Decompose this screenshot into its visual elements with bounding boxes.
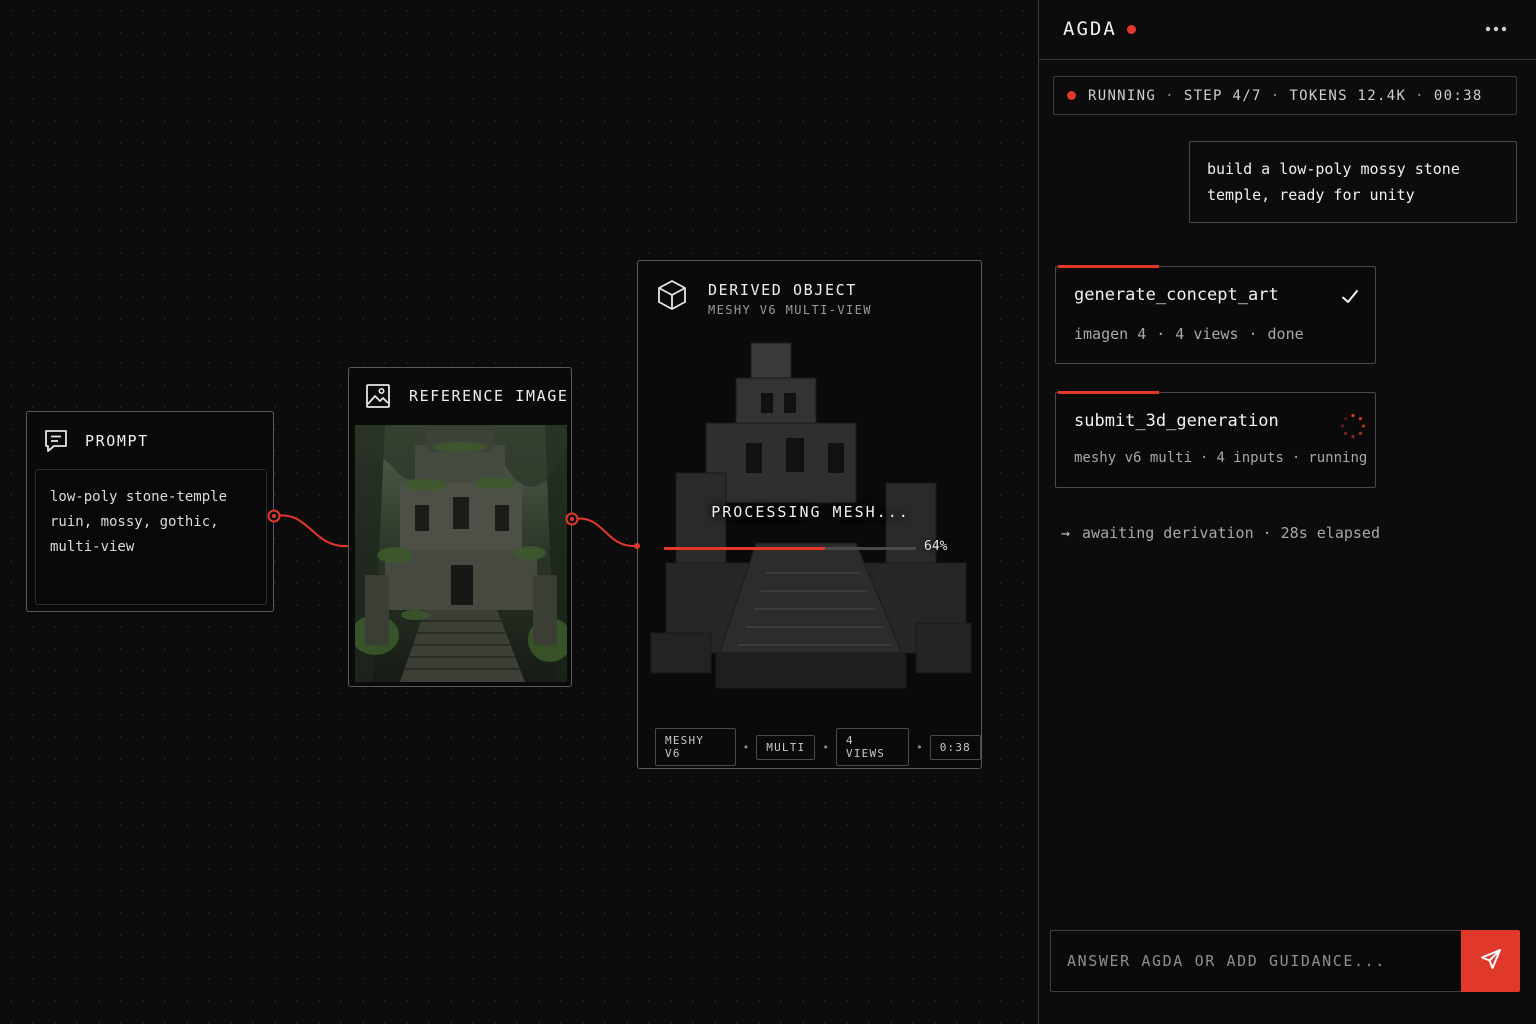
task-name: generate_concept_art	[1074, 285, 1279, 305]
task-meta: meshy v6 multi · 4 inputs · running	[1074, 450, 1367, 466]
task-accent-bar	[1058, 265, 1159, 268]
send-icon	[1479, 947, 1503, 975]
derived-node-title: DERIVED OBJECT	[708, 281, 857, 299]
wire-prompt-to-reference	[273, 514, 349, 548]
meta-separator: ·	[1200, 450, 1209, 466]
awaiting-text: awaiting derivation	[1082, 524, 1254, 542]
run-tokens: TOKENS 12.4K	[1289, 87, 1407, 104]
prompt-text[interactable]: low-poly stone-temple ruin, mossy, gothi…	[35, 469, 267, 605]
derived-object-node[interactable]: DERIVED OBJECT MESHY V6 MULTI-VIEW PROCE…	[637, 260, 982, 769]
wire-reference-to-derived	[571, 517, 638, 548]
elapsed-text: 28s elapsed	[1280, 524, 1380, 542]
tag-mode: MULTI	[756, 734, 816, 760]
mesh-progress-bar	[664, 547, 916, 550]
meta-separator: ·	[1248, 325, 1258, 343]
reference-node-header: REFERENCE IMAGE	[365, 383, 568, 409]
check-icon	[1340, 287, 1360, 311]
meta-separator: ·	[1291, 450, 1301, 466]
user-message: build a low-poly mossy stone temple, rea…	[1189, 141, 1517, 223]
run-state: RUNNING	[1088, 87, 1157, 104]
panel-header: AGDA	[1039, 0, 1536, 60]
live-indicator	[1127, 25, 1136, 34]
prompt-node-header: PROMPT	[43, 428, 149, 454]
reference-output-port[interactable]	[565, 512, 579, 526]
derived-node-header: DERIVED OBJECT MESHY V6 MULTI-VIEW	[656, 279, 872, 317]
task-card[interactable]: submit_3d_generation meshy v6 multi · 4 in…	[1055, 391, 1376, 488]
reference-image-node[interactable]: REFERENCE IMAGE	[348, 367, 572, 687]
arrow-right-icon: →	[1061, 524, 1071, 542]
status-separator: ·	[1270, 87, 1281, 104]
status-separator: ·	[1165, 87, 1175, 104]
mesh-progress-percent: 64%	[924, 539, 948, 554]
derived-node-subtitle: MESHY V6 MULTI-VIEW	[708, 303, 872, 317]
tag-duration: 0:38	[929, 734, 981, 760]
tag-separator: •	[916, 740, 923, 754]
reference-image[interactable]	[355, 425, 567, 682]
tag-views: 4 VIEWS	[836, 728, 910, 766]
cube-icon	[656, 279, 688, 311]
task-state-text: done	[1267, 325, 1304, 343]
task-state-text: running	[1308, 450, 1368, 466]
prompt-output-port[interactable]	[267, 509, 281, 523]
tag-model: MESHY V6	[655, 728, 736, 766]
image-icon	[365, 383, 391, 409]
mesh-preview[interactable]: PROCESSING MESH... 64%	[646, 333, 975, 713]
prompt-node[interactable]: PROMPT low-poly stone-temple ruin, mossy…	[26, 411, 274, 612]
awaiting-status: → awaiting derivation · 28s elapsed	[1061, 524, 1380, 542]
chat-icon	[43, 428, 69, 454]
meta-separator: ·	[1156, 325, 1166, 343]
composer	[1050, 930, 1520, 992]
run-step: STEP 4/7	[1183, 87, 1262, 104]
task-inputs: 4 inputs	[1216, 450, 1284, 466]
run-status-bar: RUNNING · STEP 4/7 · TOKENS 12.4K · 00:3…	[1053, 76, 1517, 115]
task-accent-bar	[1058, 391, 1159, 394]
status-separator: ·	[1415, 87, 1425, 104]
processing-label: PROCESSING MESH...	[711, 503, 910, 521]
task-views: 4 views	[1175, 325, 1239, 343]
task-meta: imagen 4 · 4 views · done	[1074, 325, 1304, 343]
more-horizontal-icon[interactable]	[1481, 18, 1511, 40]
tag-separator: •	[822, 740, 830, 754]
brand-name: AGDA	[1063, 18, 1117, 40]
prompt-node-title: PROMPT	[85, 432, 149, 450]
task-model: meshy v6 multi	[1074, 450, 1193, 466]
awaiting-separator: ·	[1262, 524, 1272, 542]
task-card[interactable]: generate_concept_art imagen 4 · 4 views · do…	[1055, 265, 1376, 364]
running-indicator	[1067, 91, 1076, 100]
send-button[interactable]	[1461, 930, 1520, 992]
derived-tags: MESHY V6 • MULTI • 4 VIEWS • 0:38	[655, 728, 981, 766]
run-time: 00:38	[1433, 87, 1483, 104]
mesh-progress-fill	[664, 547, 826, 550]
guidance-input[interactable]	[1051, 931, 1461, 991]
node-canvas[interactable]: PROMPT low-poly stone-temple ruin, mossy…	[0, 0, 1038, 1024]
task-model: imagen 4	[1074, 325, 1147, 343]
task-name: submit_3d_generation	[1074, 411, 1279, 431]
spinner-icon	[1340, 413, 1366, 443]
tag-separator: •	[742, 740, 750, 754]
agent-panel: AGDA RUNNING · STEP 4/7 · TOKENS 12.4K ·…	[1038, 0, 1536, 1024]
reference-node-title: REFERENCE IMAGE	[409, 387, 569, 405]
derived-input-port[interactable]	[631, 540, 643, 552]
